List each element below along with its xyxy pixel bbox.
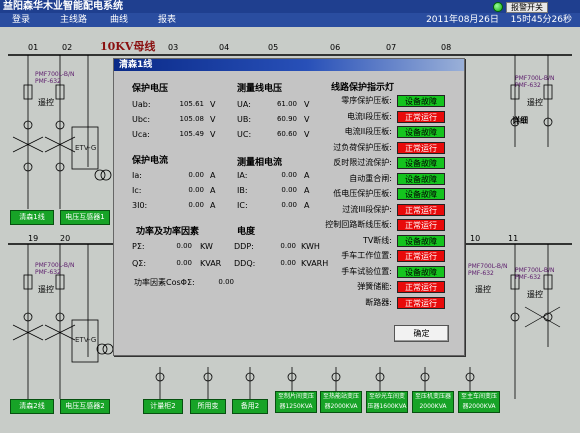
column-number: 08 bbox=[441, 43, 452, 52]
feeder-panel-button[interactable]: 电压互感器2 bbox=[60, 399, 110, 414]
etv-label: ETV-G bbox=[75, 336, 97, 344]
value-row: PΣ: 0.00 KW bbox=[132, 242, 213, 251]
feeder-panel-button[interactable]: 清森2线 bbox=[10, 399, 54, 414]
remote-control-link[interactable]: 遥控 bbox=[527, 289, 543, 300]
column-number: 07 bbox=[386, 43, 397, 52]
protection-light-status: 正常运行 bbox=[397, 250, 445, 262]
column-number: 02 bbox=[62, 43, 73, 52]
protection-light-status: 设备故障 bbox=[397, 126, 445, 138]
protection-light-status: 设备故障 bbox=[397, 265, 445, 278]
alarm-control: 报警开关 bbox=[493, 1, 548, 13]
protection-light-label: 手车工作位置: bbox=[341, 251, 392, 260]
section-title-energy: 电度 bbox=[237, 227, 256, 237]
value-row: Uca: 105.49 V bbox=[132, 130, 216, 139]
feeder-panel-button[interactable]: 至制片间变压器1250KVA bbox=[275, 391, 317, 413]
detail-link[interactable]: 详细 bbox=[512, 115, 528, 126]
protection-light-status: 正常运行 bbox=[397, 110, 445, 123]
feeder-panel-button[interactable]: 所用变 bbox=[190, 399, 226, 414]
protection-light-label: 电流I段压板: bbox=[346, 111, 392, 121]
menu-report[interactable]: 报表 bbox=[158, 13, 176, 27]
protection-light-status: 设备故障 bbox=[397, 234, 445, 247]
feeder-panel-button[interactable]: 备用2 bbox=[232, 399, 268, 414]
protection-light-status: 正常运行 bbox=[397, 219, 445, 231]
column-number: 01 bbox=[28, 43, 39, 52]
bus-label: 10KV母线 bbox=[100, 40, 156, 53]
remote-control-link[interactable]: 遥控 bbox=[38, 284, 54, 295]
protection-light-label: 断路器: bbox=[365, 297, 392, 307]
section-title-protection-current: 保护电流 bbox=[132, 156, 169, 166]
app-title: 益阳森华木业智能配电系统 bbox=[3, 1, 123, 12]
protection-light-status: 设备故障 bbox=[397, 95, 445, 107]
protection-light-status: 正常运行 bbox=[397, 203, 445, 216]
dialog-title: 清森1线 bbox=[114, 59, 464, 71]
protection-light-label: 控制回路断线压板: bbox=[325, 220, 392, 229]
protection-light-status: 正常运行 bbox=[397, 281, 445, 293]
device-model-label: PMF700L-B/N PMF-632 bbox=[35, 262, 75, 276]
protection-light-label: 反时限过流保护: bbox=[333, 158, 392, 167]
device-model-label: PMF700L-B/N PMF-632 bbox=[515, 75, 555, 89]
protection-light-label: 自动重合闸: bbox=[349, 173, 392, 183]
feeder-panel-button[interactable]: 至砂光车间变压器1600KVA bbox=[366, 391, 408, 413]
protection-light-label: 零序保护压板: bbox=[341, 96, 392, 105]
alarm-indicator-icon bbox=[493, 2, 503, 12]
feeder-panel-button[interactable]: 至主车间变压器2000KVA bbox=[458, 391, 500, 413]
section-title-protection-voltage: 保护电压 bbox=[132, 84, 169, 94]
remote-control-link[interactable]: 遥控 bbox=[527, 97, 543, 108]
menu-curve[interactable]: 曲线 bbox=[110, 13, 128, 27]
section-title-phase-current: 测量相电流 bbox=[237, 158, 283, 168]
protection-light-status: 设备故障 bbox=[397, 188, 445, 200]
feeder-detail-dialog: 清森1线 保护电压 Uab: 105.61 V Ubc: 105.08 V Uc… bbox=[113, 58, 465, 356]
section-title-line-voltage: 测量线电压 bbox=[237, 84, 283, 94]
feeder-panel-button[interactable]: 电压互感器1 bbox=[60, 210, 110, 225]
feeder-panel-button[interactable]: 清森1线 bbox=[10, 210, 54, 225]
datetime: 2011年08月26日 15时45分26秒 bbox=[426, 13, 572, 27]
value-row: Ubc: 105.08 V bbox=[132, 115, 216, 124]
current-time: 15时45分26秒 bbox=[510, 15, 572, 25]
device-model-label: PMF700L-B/N PMF-632 bbox=[35, 71, 75, 85]
protection-light-status: 设备故障 bbox=[397, 157, 445, 169]
protection-light-label: 过流III段保护: bbox=[342, 204, 392, 214]
value-row: Ic: 0.00 A bbox=[132, 186, 216, 195]
feeder-panel-button[interactable]: 计量柜2 bbox=[143, 399, 183, 414]
protection-light-status: 正常运行 bbox=[397, 141, 445, 154]
protection-light-label: 低电压保护压板: bbox=[333, 189, 392, 198]
value-row: Ia: 0.00 A bbox=[132, 171, 216, 180]
menu-bar: 登录 主线路 曲线 报表 2011年08月26日 15时45分26秒 bbox=[0, 13, 580, 27]
ok-button[interactable]: 确定 bbox=[394, 325, 449, 342]
column-number: 05 bbox=[268, 43, 279, 52]
column-number: 04 bbox=[219, 43, 230, 52]
column-number: 20 bbox=[60, 234, 71, 243]
protection-light-label: 手车试验位置: bbox=[341, 266, 392, 276]
column-number: 06 bbox=[330, 43, 341, 52]
protection-light-label: TV断线: bbox=[362, 235, 392, 245]
menu-main-line[interactable]: 主线路 bbox=[60, 13, 87, 27]
protection-light-status: 正常运行 bbox=[397, 296, 445, 309]
protection-light-label: 过负荷保护压板: bbox=[333, 142, 392, 152]
remote-control-link[interactable]: 遥控 bbox=[475, 284, 491, 295]
feeder-panel-button[interactable]: 至压机变压器2000KVA bbox=[412, 391, 454, 413]
value-row: 3I0: 0.00 A bbox=[132, 201, 216, 210]
section-title-power: 功率及功率因素 bbox=[136, 227, 200, 237]
device-model-label: PMF700L-B/N PMF-632 bbox=[515, 267, 555, 281]
protection-light-label: 电流II段压板: bbox=[344, 127, 392, 136]
etv-label: ETV-G bbox=[75, 144, 97, 152]
device-model-label: PMF700L-B/N PMF-632 bbox=[468, 263, 508, 277]
value-row: Uab: 105.61 V bbox=[132, 100, 216, 109]
value-row: QΣ: 0.00 KVAR bbox=[132, 259, 222, 268]
protection-light-label: 弹簧储能: bbox=[357, 282, 392, 291]
column-number: 03 bbox=[168, 43, 179, 52]
power-factor-row: 功率因素CosΦΣ: 0.00 bbox=[134, 278, 234, 287]
column-number: 11 bbox=[508, 234, 519, 243]
section-title-protection-lights: 线路保护指示灯 bbox=[331, 83, 395, 93]
remote-control-link[interactable]: 遥控 bbox=[38, 97, 54, 108]
alarm-switch-button[interactable]: 报警开关 bbox=[506, 1, 548, 13]
menu-login[interactable]: 登录 bbox=[12, 13, 30, 27]
window-titlebar: 益阳森华木业智能配电系统 报警开关 bbox=[0, 0, 580, 13]
feeder-panel-button[interactable]: 至热能站变压器2000KVA bbox=[320, 391, 362, 413]
protection-light-status: 设备故障 bbox=[397, 172, 445, 185]
column-number: 10 bbox=[470, 234, 481, 243]
current-date: 2011年08月26日 bbox=[426, 15, 499, 25]
column-number: 19 bbox=[28, 234, 39, 243]
